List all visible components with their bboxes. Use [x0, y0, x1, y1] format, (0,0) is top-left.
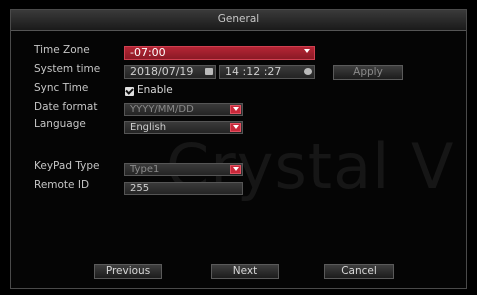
remote-id-label: Remote ID — [34, 179, 90, 191]
time-zone-value: -07:00 — [130, 46, 166, 59]
time-zone-select[interactable]: -07:00 — [124, 46, 315, 60]
calendar-icon[interactable] — [205, 68, 213, 75]
sync-time-label: Sync Time — [34, 82, 89, 94]
chevron-down-icon — [230, 105, 241, 114]
cancel-button[interactable]: Cancel — [324, 264, 394, 279]
date-format-value: YYYY/MM/DD — [130, 104, 194, 115]
apply-button[interactable]: Apply — [333, 65, 403, 80]
title-bar: General — [11, 10, 466, 31]
keypad-type-label: KeyPad Type — [34, 160, 100, 172]
time-zone-label: Time Zone — [34, 44, 90, 56]
system-time-label: System time — [34, 63, 101, 75]
remote-id-value: 255 — [130, 183, 150, 194]
chevron-down-icon — [230, 123, 241, 132]
dialog-title: General — [217, 13, 260, 25]
sync-enable-checkbox[interactable] — [125, 87, 134, 96]
chevron-down-icon — [302, 48, 313, 57]
language-label: Language — [34, 118, 86, 130]
clock-icon[interactable] — [304, 68, 312, 75]
language-value: English — [130, 122, 167, 133]
date-input[interactable]: 2018/07/19 — [124, 65, 216, 79]
chevron-down-icon — [230, 165, 241, 174]
keypad-type-value: Type1 — [130, 164, 160, 175]
next-button[interactable]: Next — [211, 264, 279, 279]
date-format-select[interactable]: YYYY/MM/DD — [124, 103, 243, 116]
previous-button[interactable]: Previous — [94, 264, 162, 279]
date-format-label: Date format — [34, 101, 98, 113]
keypad-type-select[interactable]: Type1 — [124, 163, 243, 176]
remote-id-input[interactable]: 255 — [124, 182, 243, 195]
time-input[interactable]: 14 :12 :27 — [219, 65, 315, 79]
sync-enable-label: Enable — [137, 84, 173, 96]
general-dialog: General Crystal V Time Zone -07:00 Syste… — [10, 9, 467, 289]
language-select[interactable]: English — [124, 121, 243, 134]
time-value: 14 :12 :27 — [225, 65, 282, 78]
date-value: 2018/07/19 — [130, 65, 194, 78]
